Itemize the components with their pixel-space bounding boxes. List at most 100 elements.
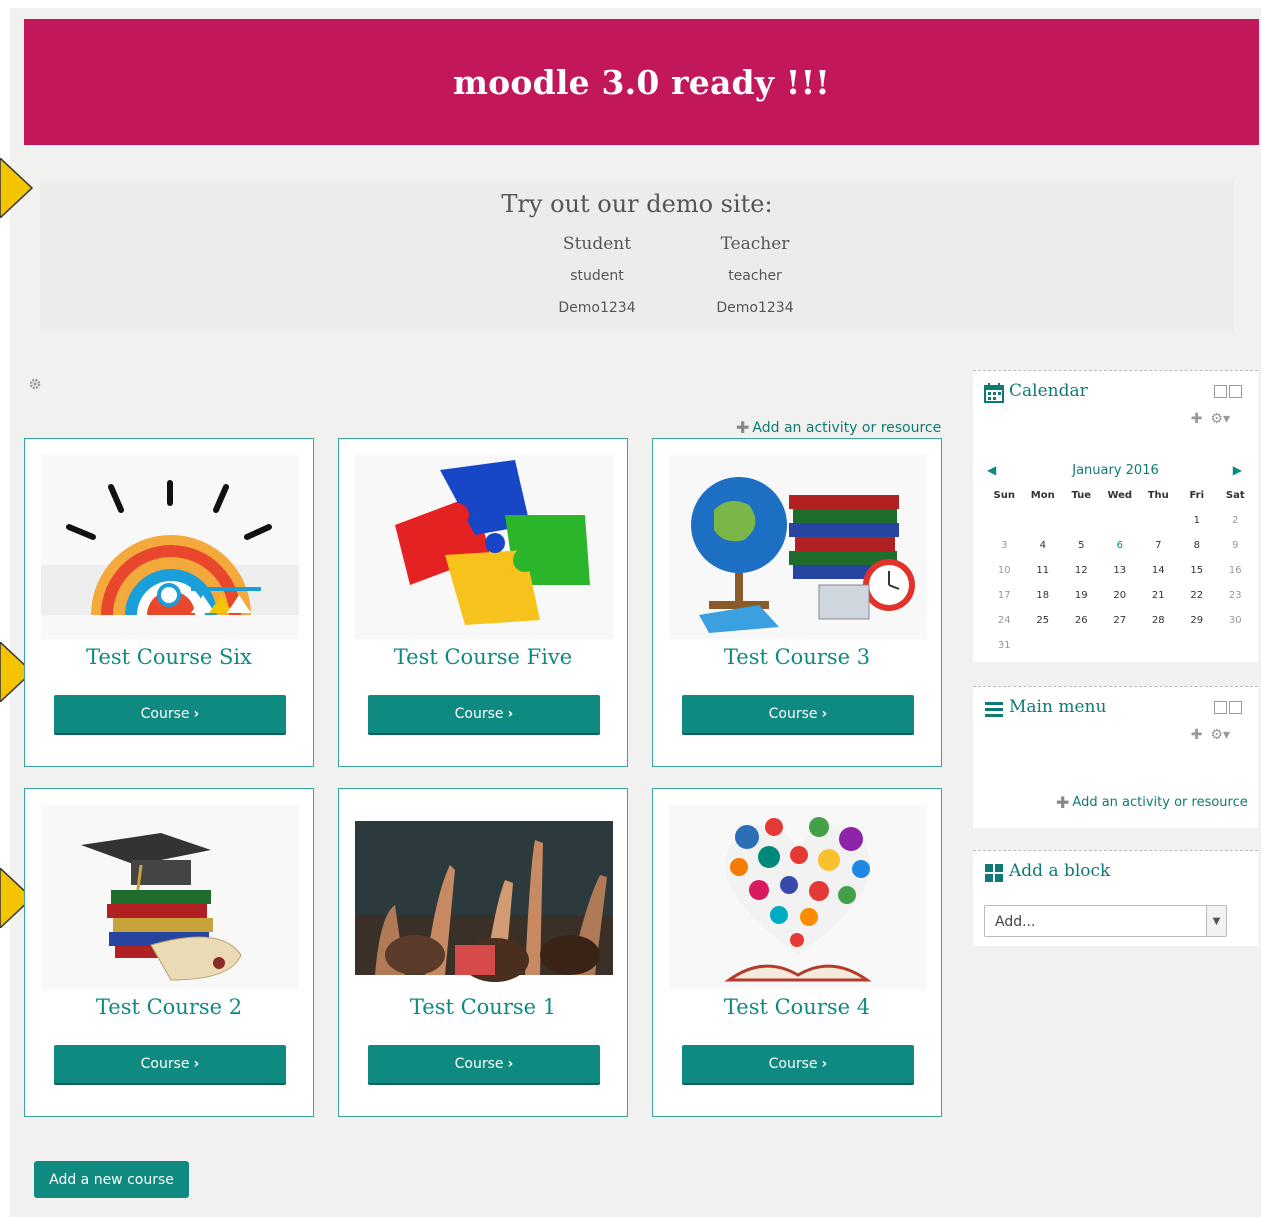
calendar-day[interactable]: 4 — [1024, 540, 1063, 551]
settings-gear-icon[interactable] — [28, 377, 42, 391]
course-image-classroom[interactable] — [355, 805, 613, 989]
course-button[interactable]: Course › — [368, 695, 600, 733]
course-image-graduation[interactable] — [41, 805, 299, 989]
course-image-books-globe[interactable] — [669, 455, 927, 639]
calendar-day[interactable]: 1 — [1178, 515, 1217, 526]
calendar-day[interactable]: 17 — [985, 590, 1024, 601]
chevron-right-icon: › — [507, 1056, 514, 1072]
chevron-right-icon: › — [193, 706, 200, 722]
chevron-down-icon[interactable]: ▼ — [1206, 906, 1226, 936]
demo-info-panel: Try out our demo site: Student student D… — [40, 180, 1234, 332]
site-banner: moodle 3.0 ready !!! — [24, 19, 1259, 145]
main-menu-title: Main menu — [1009, 697, 1107, 717]
course-title[interactable]: Test Course 2 — [25, 995, 313, 1019]
calendar-week-row: 12 — [985, 508, 1255, 533]
add-block-select-value: Add... — [995, 914, 1036, 930]
course-card[interactable]: Test Course 1 Course › — [338, 788, 628, 1117]
course-card[interactable]: Test Course 2 Course › — [24, 788, 314, 1117]
course-title[interactable]: Test Course Five — [339, 645, 627, 669]
calendar-day[interactable]: 26 — [1062, 615, 1101, 626]
calendar-day[interactable]: 6 — [1101, 540, 1140, 551]
calendar-day[interactable]: 13 — [1101, 565, 1140, 576]
calendar-day[interactable]: 7 — [1139, 540, 1178, 551]
calendar-day[interactable]: 3 — [985, 540, 1024, 551]
course-image-puzzle[interactable] — [355, 455, 613, 639]
course-image-target[interactable] — [41, 455, 299, 639]
minimize-icon[interactable] — [1214, 701, 1227, 714]
course-button[interactable]: Course › — [682, 1045, 914, 1083]
calendar-day[interactable]: 5 — [1062, 540, 1101, 551]
course-card[interactable]: Test Course Six Course › — [24, 438, 314, 767]
calendar-day[interactable]: 16 — [1216, 565, 1255, 576]
course-button-label: Course — [454, 706, 504, 722]
calendar-day[interactable]: 27 — [1101, 615, 1140, 626]
calendar-day[interactable]: 14 — [1139, 565, 1178, 576]
demo-title: Try out our demo site: — [501, 190, 773, 218]
calendar-day[interactable]: 12 — [1062, 565, 1101, 576]
chevron-right-icon: › — [821, 706, 828, 722]
calendar-icon — [984, 383, 1004, 403]
course-card[interactable]: Test Course 3 Course › — [652, 438, 942, 767]
chevron-right-icon: › — [193, 1056, 200, 1072]
calendar-day[interactable]: 9 — [1216, 540, 1255, 551]
course-button[interactable]: Course › — [54, 695, 286, 733]
dock-icon[interactable] — [1229, 385, 1242, 398]
course-card[interactable]: Test Course Five Course › — [338, 438, 628, 767]
course-button-label: Course — [768, 1056, 818, 1072]
chevron-right-icon: › — [507, 706, 514, 722]
course-title[interactable]: Test Course Six — [25, 645, 313, 669]
course-title[interactable]: Test Course 1 — [339, 995, 627, 1019]
calendar-day[interactable]: 2 — [1216, 515, 1255, 526]
dock-icon[interactable] — [1229, 701, 1242, 714]
next-month-icon[interactable]: ▶ — [1233, 463, 1242, 477]
callout-arrow-icon — [0, 158, 34, 218]
course-button-label: Course — [140, 706, 190, 722]
move-icon[interactable]: ✚ — [1191, 727, 1203, 743]
calendar-day[interactable]: 8 — [1178, 540, 1217, 551]
calendar-day[interactable]: 30 — [1216, 615, 1255, 626]
add-activity-label: Add an activity or resource — [1072, 795, 1248, 810]
calendar-day[interactable]: 18 — [1024, 590, 1063, 601]
chevron-right-icon: › — [821, 1056, 828, 1072]
add-activity-label: Add an activity or resource — [752, 419, 942, 436]
calendar-day[interactable]: 31 — [985, 640, 1024, 651]
main-menu-block: Main menu ✚ ⚙▾ ✚ Add an activity or reso… — [973, 686, 1258, 828]
calendar-grid: Sun Mon Tue Wed Thu Fri Sat 1 2 3 4 5 6 7 8 9 10 11 12 13 14… — [985, 483, 1255, 658]
course-button-label: Course — [768, 706, 818, 722]
calendar-day[interactable]: 11 — [1024, 565, 1063, 576]
move-icon[interactable]: ✚ — [1191, 411, 1203, 427]
demo-password: Demo1234 — [558, 300, 636, 316]
calendar-day[interactable]: 22 — [1178, 590, 1217, 601]
demo-password: Demo1234 — [716, 300, 794, 316]
course-button[interactable]: Course › — [368, 1045, 600, 1083]
calendar-day[interactable]: 28 — [1139, 615, 1178, 626]
calendar-week-row: 3456789 — [985, 533, 1255, 558]
calendar-day[interactable]: 24 — [985, 615, 1024, 626]
course-card[interactable]: Test Course 4 Course › — [652, 788, 942, 1117]
add-activity-link[interactable]: ✚ Add an activity or resource — [1056, 793, 1248, 812]
demo-role: Student — [562, 234, 632, 254]
calendar-day[interactable]: 20 — [1101, 590, 1140, 601]
calendar-day[interactable]: 10 — [985, 565, 1024, 576]
course-image-heart-icons[interactable] — [669, 805, 927, 989]
calendar-day[interactable]: 29 — [1178, 615, 1217, 626]
calendar-day[interactable]: 19 — [1062, 590, 1101, 601]
minimize-icon[interactable] — [1214, 385, 1227, 398]
calendar-day[interactable]: 15 — [1178, 565, 1217, 576]
add-new-course-button[interactable]: Add a new course — [34, 1161, 189, 1198]
gear-menu-icon[interactable]: ⚙▾ — [1210, 727, 1230, 743]
course-title[interactable]: Test Course 4 — [653, 995, 941, 1019]
calendar-day[interactable]: 21 — [1139, 590, 1178, 601]
course-button[interactable]: Course › — [54, 1045, 286, 1083]
add-activity-link[interactable]: ✚ Add an activity or resource — [736, 418, 941, 437]
calendar-day[interactable]: 25 — [1024, 615, 1063, 626]
calendar-weekday: Sat — [1225, 490, 1245, 501]
course-title[interactable]: Test Course 3 — [653, 645, 941, 669]
gear-menu-icon[interactable]: ⚙▾ — [1210, 411, 1230, 427]
calendar-week-row: 24 25 26 27 28 29 30 — [985, 608, 1255, 633]
add-block-select[interactable]: Add... ▼ — [984, 905, 1227, 937]
course-button[interactable]: Course › — [682, 695, 914, 733]
calendar-month[interactable]: January 2016 — [973, 463, 1258, 478]
calendar-day[interactable]: 23 — [1216, 590, 1255, 601]
course-button-label: Course — [454, 1056, 504, 1072]
